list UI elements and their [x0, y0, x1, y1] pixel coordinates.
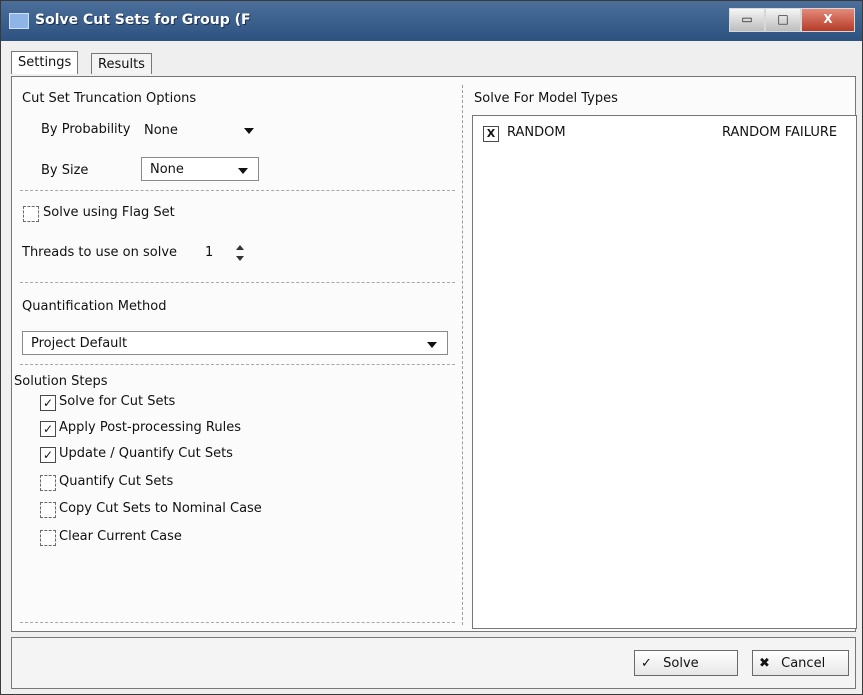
by-probability-label: By Probability: [41, 122, 131, 137]
title-bar[interactable]: Solve Cut Sets for Group (F ▭ □ X: [1, 1, 862, 41]
quantification-value: Project Default: [31, 336, 128, 351]
close-button[interactable]: X: [801, 8, 855, 32]
solve-button[interactable]: ✓ Solve: [634, 650, 738, 676]
threads-spinner[interactable]: [234, 242, 248, 264]
solve-cut-sets-checkbox[interactable]: ✓: [40, 395, 56, 411]
section-divider: [20, 622, 455, 623]
flag-set-label: Solve using Flag Set: [43, 205, 175, 220]
by-size-dropdown[interactable]: None: [141, 157, 259, 181]
settings-panel: Cut Set Truncation Options By Probabilit…: [11, 76, 857, 632]
post-processing-checkbox[interactable]: ✓: [40, 421, 56, 437]
minimize-button[interactable]: ▭: [729, 8, 765, 32]
flag-set-checkbox[interactable]: [23, 206, 39, 222]
quantification-dropdown[interactable]: Project Default: [22, 331, 448, 355]
chevron-down-icon: [427, 342, 437, 348]
post-processing-label: Apply Post-processing Rules: [59, 420, 241, 435]
left-column: Cut Set Truncation Options By Probabilit…: [12, 77, 462, 631]
tab-settings[interactable]: Settings: [11, 51, 79, 74]
quantify-cut-sets-checkbox[interactable]: [40, 475, 56, 491]
copy-nominal-checkbox[interactable]: [40, 502, 56, 518]
app-icon: [9, 13, 29, 29]
model-type-description: RANDOM FAILURE: [722, 125, 838, 140]
by-probability-dropdown[interactable]: None: [144, 120, 264, 142]
list-item[interactable]: X RANDOM RANDOM FAILURE: [473, 124, 856, 144]
model-types-list[interactable]: X RANDOM RANDOM FAILURE: [472, 115, 857, 629]
threads-label: Threads to use on solve: [22, 245, 178, 260]
threads-value[interactable]: 1: [205, 245, 213, 260]
model-type-name: RANDOM: [507, 125, 566, 140]
cancel-button-label: Cancel: [781, 656, 826, 671]
cancel-button[interactable]: ✖ Cancel: [752, 650, 849, 676]
random-checkbox[interactable]: X: [483, 126, 499, 142]
chevron-down-icon: [238, 168, 248, 174]
quantify-cut-sets-label: Quantify Cut Sets: [59, 474, 174, 489]
spinner-up-icon[interactable]: [236, 245, 244, 250]
checkmark-icon: ✓: [641, 656, 652, 671]
right-column: Solve For Model Types X RANDOM RANDOM FA…: [472, 77, 857, 631]
cancel-x-icon: ✖: [759, 656, 770, 671]
quantification-section-title: Quantification Method: [22, 299, 167, 314]
section-divider: [20, 282, 455, 283]
window-title: Solve Cut Sets for Group (F: [35, 12, 251, 28]
footer-bar: ✓ Solve ✖ Cancel: [11, 637, 856, 689]
truncation-section-title: Cut Set Truncation Options: [22, 91, 197, 106]
by-size-label: By Size: [41, 163, 89, 178]
chevron-down-icon: [244, 128, 254, 134]
spinner-down-icon[interactable]: [236, 256, 244, 261]
dialog-window: Solve Cut Sets for Group (F ▭ □ X Settin…: [0, 0, 863, 695]
copy-nominal-label: Copy Cut Sets to Nominal Case: [59, 501, 262, 516]
by-size-value: None: [150, 162, 184, 177]
update-quantify-checkbox[interactable]: ✓: [40, 447, 56, 463]
column-divider[interactable]: [462, 85, 463, 625]
model-types-section-title: Solve For Model Types: [474, 91, 618, 106]
section-divider: [20, 364, 455, 365]
clear-current-checkbox[interactable]: [40, 530, 56, 546]
update-quantify-label: Update / Quantify Cut Sets: [59, 446, 233, 461]
section-divider: [20, 190, 455, 191]
maximize-button[interactable]: □: [765, 8, 801, 32]
by-probability-value: None: [144, 123, 178, 138]
tab-results[interactable]: Results: [91, 53, 152, 74]
solve-cut-sets-label: Solve for Cut Sets: [59, 394, 176, 409]
solution-steps-section-title: Solution Steps: [14, 374, 108, 389]
solve-button-label: Solve: [663, 656, 699, 671]
clear-current-label: Clear Current Case: [59, 529, 182, 544]
